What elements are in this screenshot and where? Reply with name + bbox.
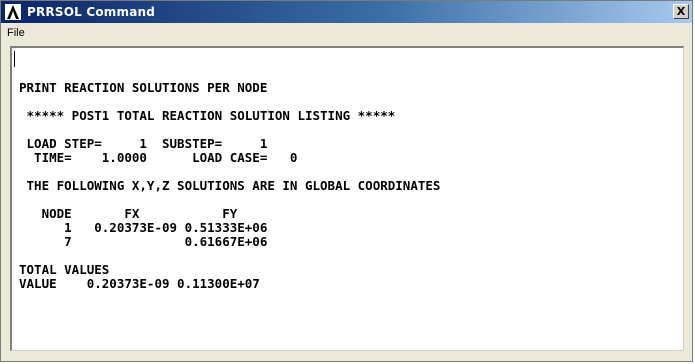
output-line: 7 0.61667E+06 — [19, 234, 268, 249]
text-caret — [14, 51, 15, 67]
close-button[interactable]: X — [673, 4, 689, 19]
output-text-area[interactable]: PRINT REACTION SOLUTIONS PER NODE ***** … — [10, 46, 684, 351]
output-line: LOAD STEP= 1 SUBSTEP= 1 — [19, 136, 268, 151]
output-line: TOTAL VALUES — [19, 262, 110, 277]
output-line: PRINT REACTION SOLUTIONS PER NODE — [19, 80, 268, 95]
menu-file[interactable]: File — [1, 27, 33, 39]
output-line: NODE FX FY — [19, 206, 238, 221]
menu-bar: File — [1, 23, 692, 42]
output-line: TIME= 1.0000 LOAD CASE= 0 — [19, 150, 298, 165]
output-line: THE FOLLOWING X,Y,Z SOLUTIONS ARE IN GLO… — [19, 178, 441, 193]
output-line: VALUE 0.20373E-09 0.11300E+07 — [19, 276, 260, 291]
window-title: PRRSOL Command — [27, 5, 156, 19]
output-line: 1 0.20373E-09 0.51333E+06 — [19, 220, 268, 235]
reaction-solution-listing: PRINT REACTION SOLUTIONS PER NODE ***** … — [19, 81, 440, 291]
ansys-logo-icon — [4, 3, 22, 21]
output-line: ***** POST1 TOTAL REACTION SOLUTION LIST… — [19, 108, 396, 123]
prrsol-command-window: PRRSOL Command X File PRINT REACTION SOL… — [0, 0, 693, 362]
title-bar[interactable]: PRRSOL Command X — [1, 1, 692, 23]
